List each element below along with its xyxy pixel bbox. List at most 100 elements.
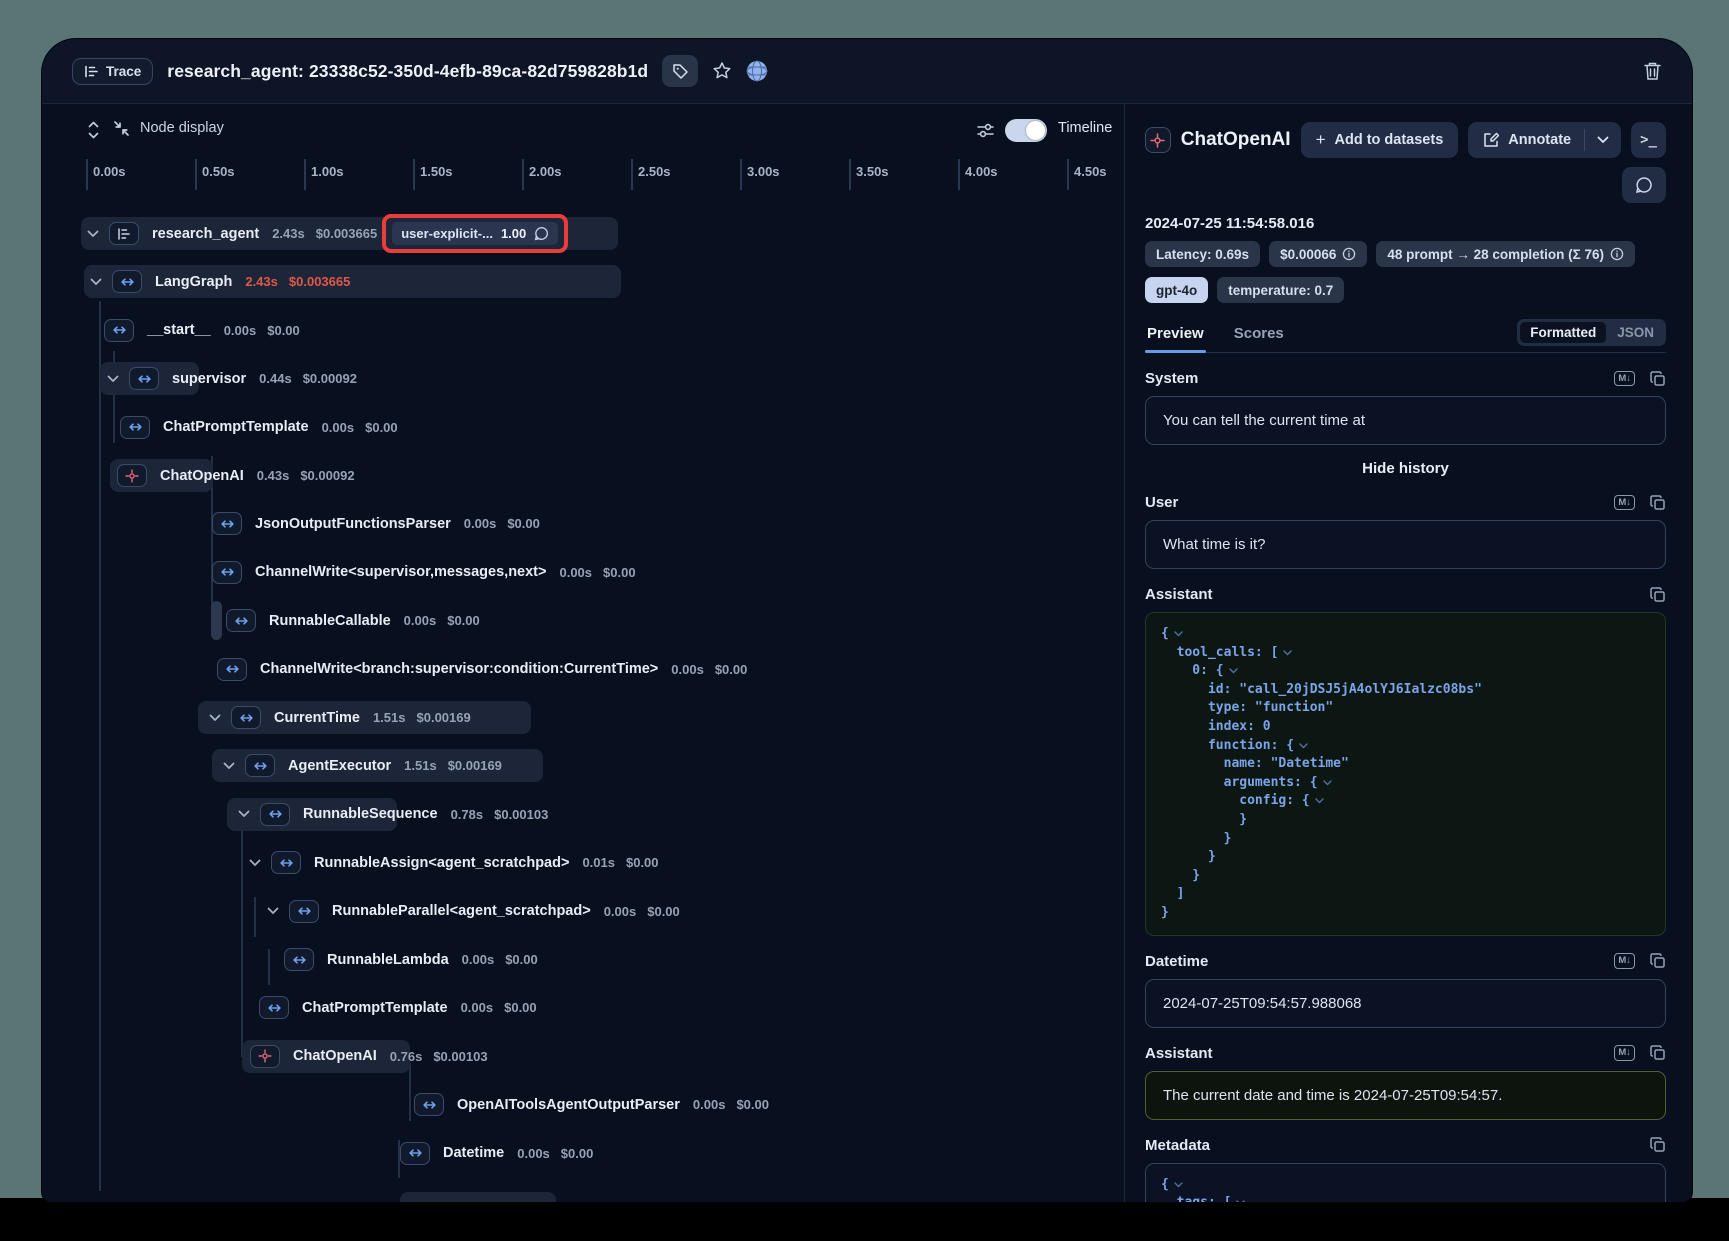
stat-badge[interactable]: $0.00066 bbox=[1269, 241, 1367, 267]
chain-link-icon bbox=[217, 658, 247, 681]
chevron-down-icon[interactable] bbox=[106, 375, 120, 383]
span-row-content: ChannelWrite<branch:supervisor:condition… bbox=[217, 653, 758, 686]
markdown-toggle-icon[interactable]: M↓ bbox=[1614, 1045, 1635, 1060]
collapse-chevron-icon[interactable] bbox=[1323, 780, 1332, 786]
chain-link-icon bbox=[129, 367, 159, 390]
trace-span-row[interactable]: RunnableSequence0.78s$0.00103 bbox=[42, 798, 1124, 831]
assistant-toolcall-json[interactable]: { tool_calls: [ 0: { id: "call_20jDSJ5jA… bbox=[1161, 625, 1650, 923]
copy-icon[interactable] bbox=[1650, 371, 1666, 387]
trace-span-row[interactable]: RunnableLambda0.00s$0.00 bbox=[42, 943, 1124, 976]
collapse-chevron-icon[interactable] bbox=[1315, 798, 1324, 804]
collapse-all-button[interactable] bbox=[113, 120, 130, 137]
collapse-chevron-icon[interactable] bbox=[1236, 1200, 1245, 1202]
trace-span-row[interactable]: JsonOutputFunctionsParser0.00s$0.00 bbox=[42, 507, 1124, 540]
span-name: RunnableCallable bbox=[269, 613, 391, 629]
display-settings-button[interactable] bbox=[976, 121, 995, 140]
tab-scores[interactable]: Scores bbox=[1232, 325, 1286, 352]
expand-all-icon bbox=[86, 120, 101, 140]
span-row-content: OpenAIToolsAgentOutputParser0.00s$0.00 bbox=[414, 1088, 780, 1121]
expand-all-button[interactable] bbox=[86, 120, 101, 140]
chevron-down-icon[interactable] bbox=[266, 907, 280, 915]
trace-span-row[interactable]: ChatPromptTemplate0.00s$0.00 bbox=[42, 991, 1124, 1024]
stat-badge[interactable]: Latency: 0.69s bbox=[1145, 241, 1260, 267]
trace-span-row[interactable]: research_agent2.43s$0.003665user-explici… bbox=[42, 217, 1124, 250]
star-icon bbox=[712, 61, 732, 81]
chevron-down-icon[interactable] bbox=[89, 278, 103, 286]
trace-span-row[interactable]: LangGraph2.43s$0.003665 bbox=[42, 265, 1124, 298]
markdown-toggle-icon[interactable]: M↓ bbox=[1614, 953, 1635, 968]
copy-icon[interactable] bbox=[1650, 495, 1666, 511]
trace-span-row[interactable]: __start__0.00s$0.00 bbox=[42, 314, 1124, 347]
chevron-down-icon[interactable] bbox=[248, 859, 262, 867]
span-latency: 0.00s bbox=[322, 420, 355, 435]
format-toggle-json[interactable]: JSON bbox=[1608, 322, 1663, 343]
info-icon bbox=[1342, 247, 1356, 261]
markdown-toggle-icon[interactable]: M↓ bbox=[1614, 371, 1635, 386]
trace-span-row[interactable]: ChatOpenAI0.76s$0.00103 bbox=[42, 1040, 1124, 1073]
chevron-down-icon[interactable] bbox=[208, 714, 222, 722]
copy-icon[interactable] bbox=[1650, 1045, 1666, 1061]
run-title: ChatOpenAI bbox=[1181, 129, 1291, 151]
span-row-content: CurrentTime1.51s$0.00169 bbox=[208, 701, 482, 734]
trace-span-row[interactable]: RunnableCallable0.00s$0.00 bbox=[42, 604, 1124, 637]
trace-span-row[interactable]: OpenAIToolsAgentOutputParser0.00s$0.00 bbox=[42, 1088, 1124, 1121]
span-name: research_agent bbox=[152, 226, 259, 242]
span-row-content: RunnableSequence0.78s$0.00103 bbox=[237, 798, 559, 831]
span-name: RunnableSequence bbox=[303, 806, 438, 822]
format-toggle-formatted[interactable]: Formatted bbox=[1520, 322, 1606, 343]
comments-button[interactable] bbox=[1622, 167, 1666, 203]
span-name: __start__ bbox=[147, 322, 211, 338]
model-badge[interactable]: gpt-4o bbox=[1145, 277, 1208, 303]
trace-span-row[interactable]: RunnableParallel<agent_scratchpad>0.00s$… bbox=[42, 895, 1124, 928]
collapse-chevron-icon[interactable] bbox=[1299, 743, 1308, 749]
chevron-down-icon[interactable] bbox=[237, 810, 251, 818]
ruler-tick-label: 4.00s bbox=[965, 164, 998, 179]
trace-span-row[interactable]: ChatOpenAI0.43s$0.00092 bbox=[42, 459, 1124, 492]
annotate-menu-chevron[interactable] bbox=[1585, 136, 1621, 144]
trace-span-row[interactable]: supervisor0.44s$0.00092 bbox=[42, 362, 1124, 395]
span-latency: 1.51s bbox=[404, 758, 437, 773]
trace-span-row[interactable]: ChannelWrite<branch:supervisor:condition… bbox=[42, 653, 1124, 686]
open-playground-button[interactable]: >_ bbox=[1631, 122, 1666, 158]
copy-icon[interactable] bbox=[1650, 1137, 1666, 1153]
chevron-down-icon[interactable] bbox=[222, 762, 236, 770]
annotate-split-button[interactable]: Annotate bbox=[1468, 122, 1621, 158]
copy-icon[interactable] bbox=[1650, 587, 1666, 603]
stat-badge-label: 48 prompt → 28 completion (Σ 76) bbox=[1387, 247, 1604, 262]
metadata-json[interactable]: { tags: [ bbox=[1161, 1176, 1650, 1203]
delete-trace-button[interactable] bbox=[1643, 61, 1662, 81]
add-to-datasets-button[interactable]: + Add to datasets bbox=[1301, 122, 1459, 158]
trace-span-row[interactable]: ChannelWrite<supervisor,messages,next>0.… bbox=[42, 556, 1124, 589]
ruler-tick bbox=[849, 159, 851, 190]
collapse-chevron-icon[interactable] bbox=[1283, 650, 1292, 656]
temperature-badge[interactable]: temperature: 0.7 bbox=[1217, 277, 1344, 303]
span-row-content: research_agent2.43s$0.003665user-explici… bbox=[86, 217, 558, 250]
trace-span-row[interactable]: CurrentTime1.51s$0.00169 bbox=[42, 701, 1124, 734]
trace-span-row[interactable]: RunnableAssign<agent_scratchpad>0.01s$0.… bbox=[42, 846, 1124, 879]
trace-span-row[interactable]: AgentExecutor1.51s$0.00169 bbox=[42, 749, 1124, 782]
chain-link-icon bbox=[284, 948, 314, 971]
tags-button[interactable] bbox=[662, 55, 698, 87]
timeline-toggle[interactable] bbox=[1005, 119, 1047, 142]
chevron-down-icon[interactable] bbox=[86, 230, 100, 238]
ruler-tick bbox=[304, 159, 306, 190]
trace-span-row[interactable]: Datetime0.00s$0.00 bbox=[42, 1137, 1124, 1170]
span-cost: $0.00 bbox=[603, 565, 636, 580]
tab-preview[interactable]: Preview bbox=[1145, 325, 1206, 352]
collapse-chevron-icon[interactable] bbox=[1174, 631, 1183, 637]
span-latency: 1.51s bbox=[373, 710, 406, 725]
markdown-toggle-icon[interactable]: M↓ bbox=[1614, 495, 1635, 510]
speech-bubble-icon bbox=[1635, 176, 1653, 194]
hide-history-link[interactable]: Hide history bbox=[1145, 460, 1666, 477]
ruler-tick bbox=[195, 159, 197, 190]
trace-span-row[interactable]: ChatPromptTemplate0.00s$0.00 bbox=[42, 411, 1124, 444]
collapse-chevron-icon[interactable] bbox=[1174, 1182, 1183, 1188]
star-button[interactable] bbox=[712, 61, 732, 81]
system-section-label: System bbox=[1145, 370, 1198, 387]
stat-badge[interactable]: 48 prompt → 28 completion (Σ 76) bbox=[1376, 241, 1635, 267]
copy-icon[interactable] bbox=[1650, 953, 1666, 969]
avatar-globe-button[interactable] bbox=[746, 60, 768, 82]
span-cost: $0.00 bbox=[365, 420, 398, 435]
collapse-chevron-icon[interactable] bbox=[1229, 668, 1238, 674]
feedback-score-chip[interactable]: user-explicit-...1.00 bbox=[392, 222, 558, 245]
